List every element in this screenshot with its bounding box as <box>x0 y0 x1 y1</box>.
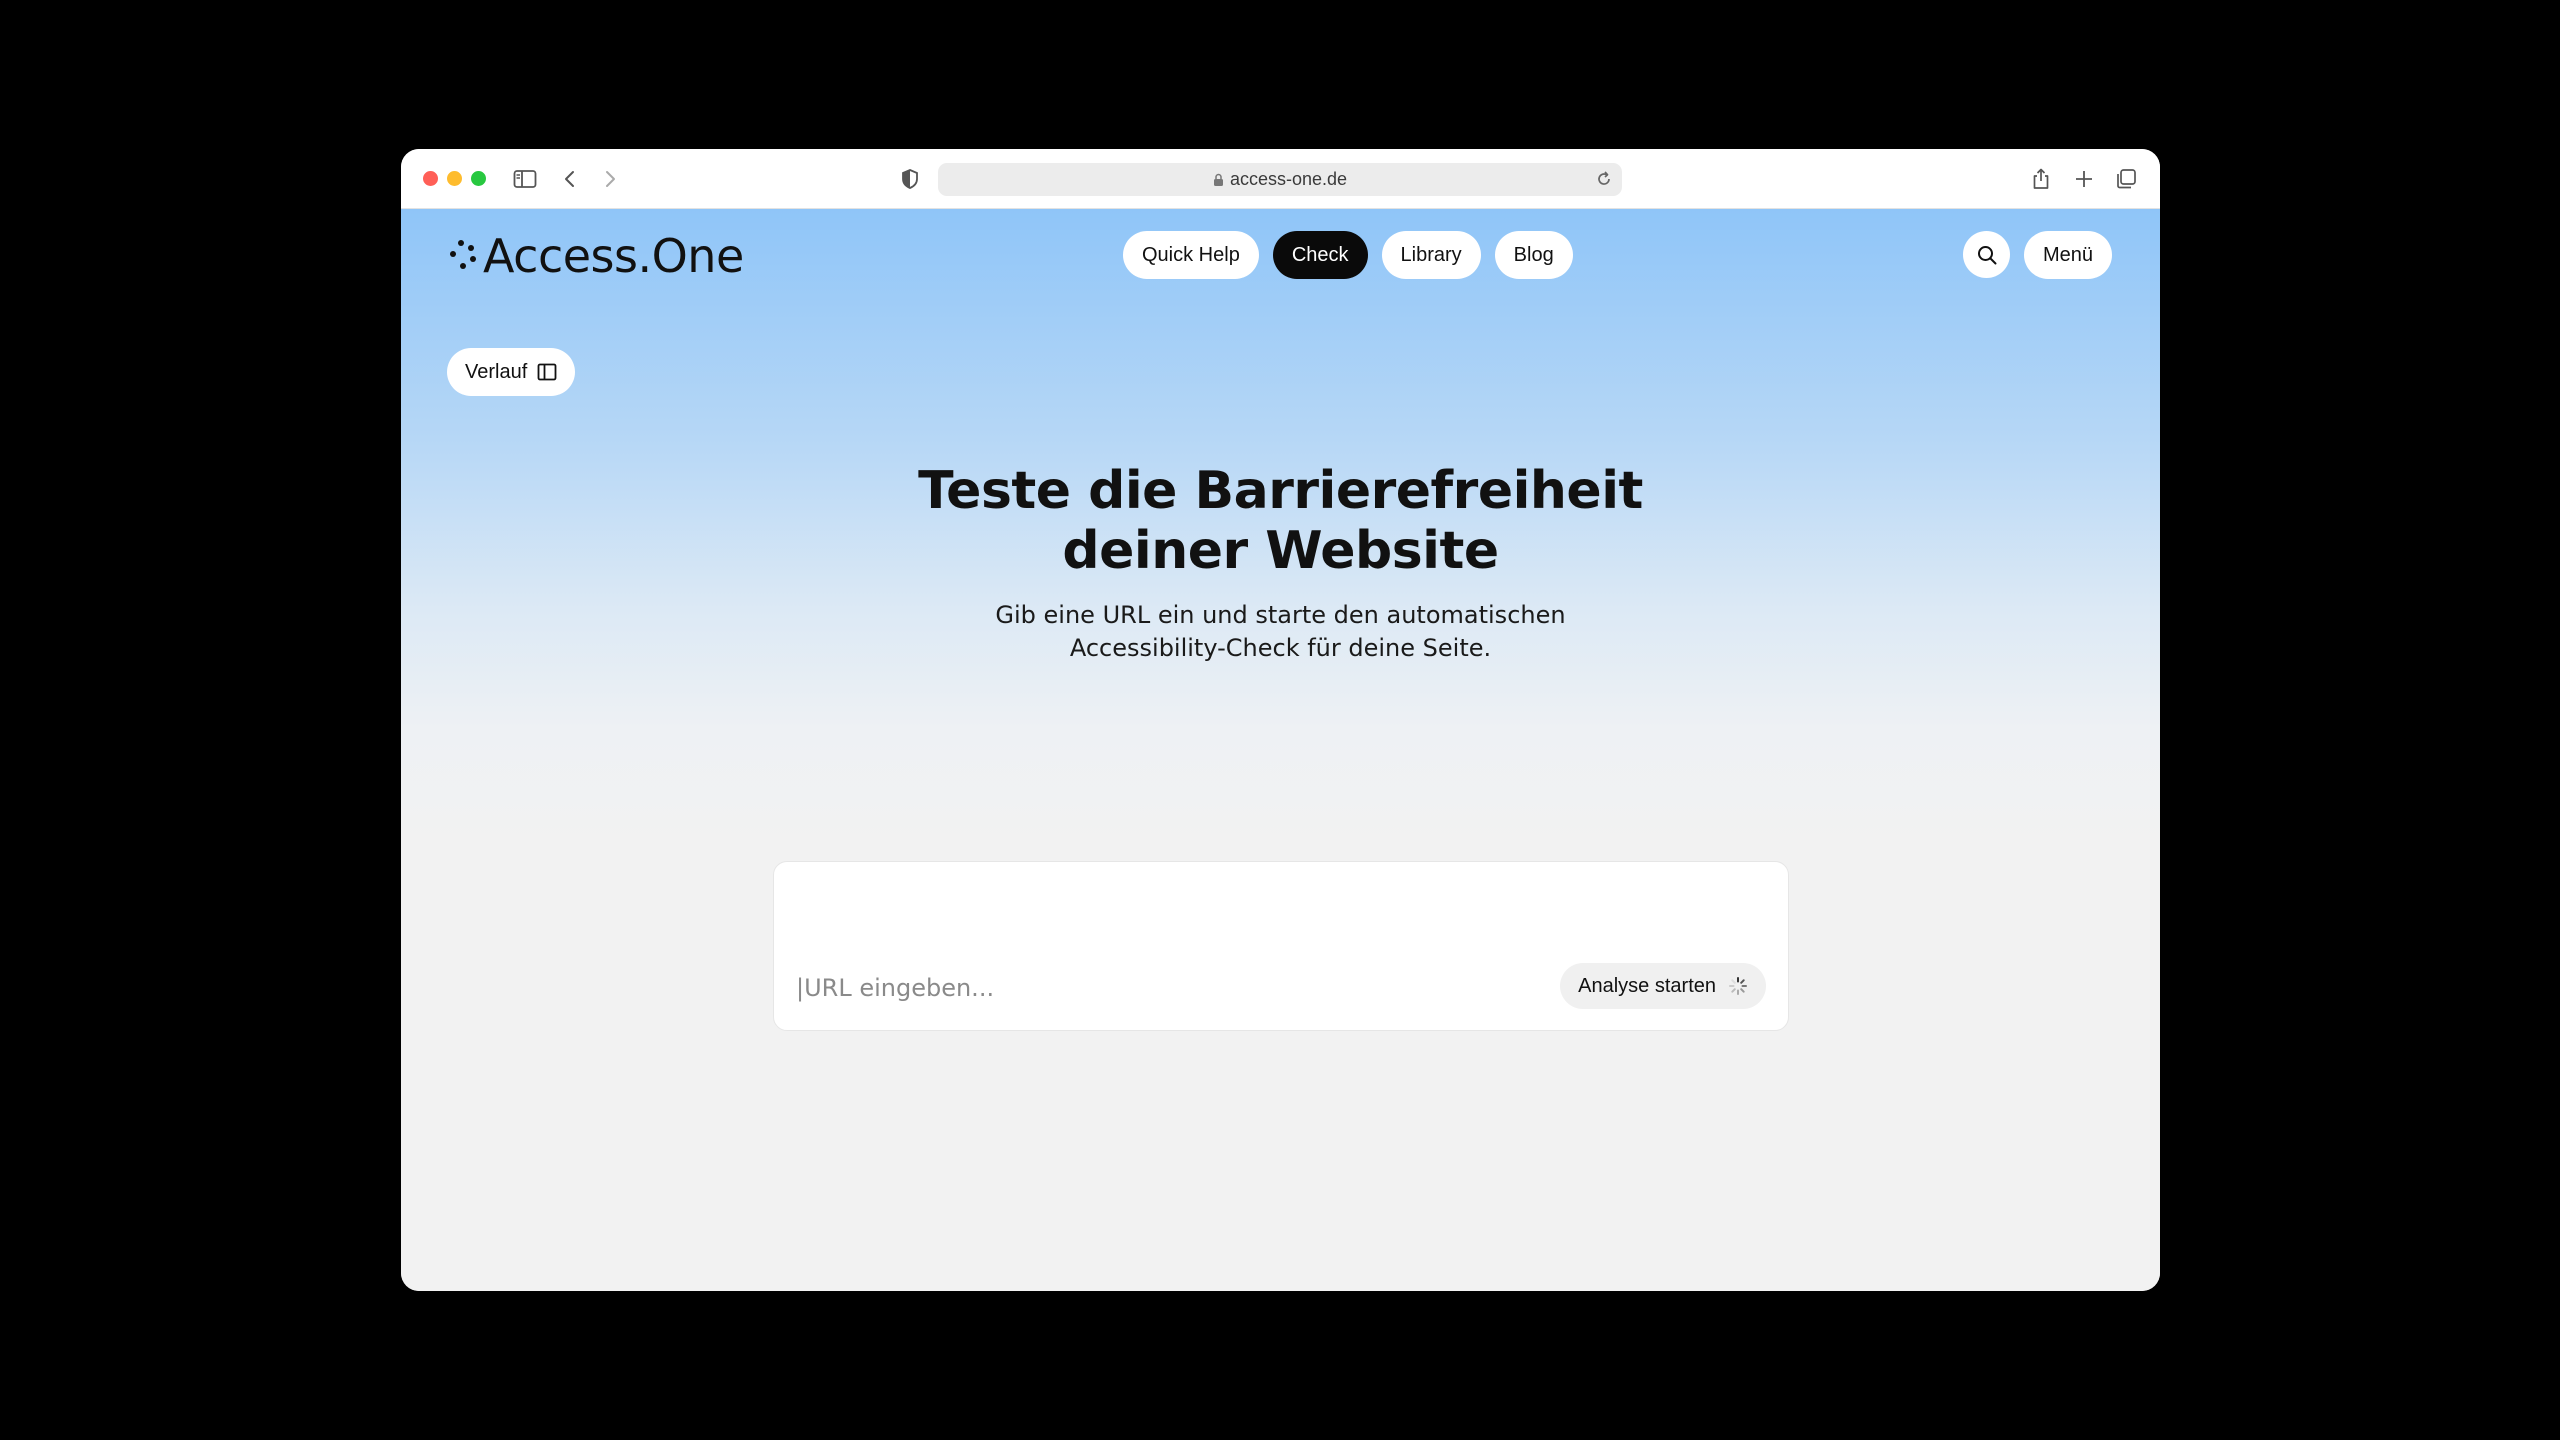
sidebar-panel-icon <box>537 363 557 381</box>
address-bar[interactable]: access-one.de <box>938 163 1622 196</box>
url-form-card: Analyse starten <box>773 861 1789 1031</box>
tab-overview-icon[interactable] <box>2115 164 2137 194</box>
nav-library[interactable]: Library <box>1381 231 1481 279</box>
share-icon[interactable] <box>2031 164 2051 194</box>
minimize-window-button[interactable] <box>447 171 462 186</box>
url-input[interactable] <box>796 970 1496 1006</box>
analyse-button-label: Analyse starten <box>1578 974 1716 997</box>
forward-arrow-icon[interactable] <box>603 164 617 194</box>
zoom-window-button[interactable] <box>471 171 486 186</box>
browser-window: access-one.de Access.One Quick Help Chec… <box>401 149 2160 1291</box>
new-tab-icon[interactable] <box>2074 164 2094 194</box>
menu-button[interactable]: Menü <box>2024 231 2113 279</box>
page-title: Teste die Barrierefreiheit deiner Websit… <box>401 461 2160 581</box>
site-logo[interactable]: Access.One <box>447 229 744 283</box>
reload-icon[interactable] <box>1594 169 1614 194</box>
back-arrow-icon[interactable] <box>563 164 577 194</box>
privacy-shield-icon[interactable] <box>901 164 919 194</box>
nav-check[interactable]: Check <box>1272 231 1368 279</box>
page-title-line-2: deiner Website <box>1062 521 1499 581</box>
nav-quick-help[interactable]: Quick Help <box>1123 231 1259 279</box>
search-button[interactable] <box>1963 231 2010 278</box>
history-label: Verlauf <box>465 360 528 383</box>
history-button[interactable]: Verlauf <box>447 348 576 396</box>
lock-icon <box>1213 173 1224 187</box>
logo-text: Access.One <box>483 229 744 283</box>
page-content: Access.One Quick Help Check Library Blog… <box>401 209 2160 1291</box>
browser-toolbar: access-one.de <box>401 149 2160 209</box>
main-navigation: Quick Help Check Library Blog <box>1123 231 1573 279</box>
close-window-button[interactable] <box>423 171 438 186</box>
page-subtitle-line-1: Gib eine URL ein und starte den automati… <box>995 601 1566 629</box>
nav-blog[interactable]: Blog <box>1494 231 1573 279</box>
search-icon <box>1977 245 1996 264</box>
address-url: access-one.de <box>1229 169 1348 189</box>
page-title-line-1: Teste die Barrierefreiheit <box>918 461 1643 521</box>
page-subtitle: Gib eine URL ein und starte den automati… <box>401 599 2160 665</box>
sidebar-toggle-icon[interactable] <box>513 164 537 194</box>
page-subtitle-line-2: Accessibility-Check für deine Seite. <box>1069 634 1492 662</box>
analyse-button[interactable]: Analyse starten <box>1560 963 1766 1009</box>
logo-dots-icon <box>447 239 477 273</box>
loading-spinner-icon <box>1729 977 1747 995</box>
